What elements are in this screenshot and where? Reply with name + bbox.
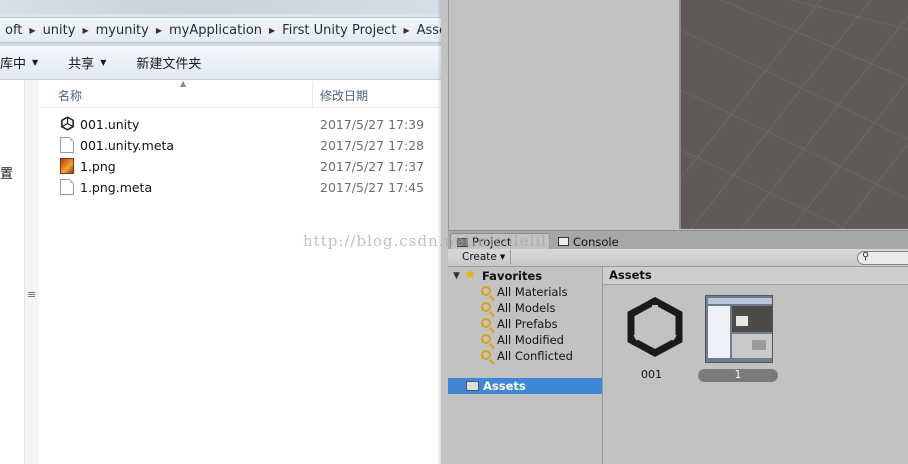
file-row[interactable]: 1.png 2017/5/27 17:37 — [58, 156, 438, 176]
search-filter-icon — [481, 318, 491, 328]
chevron-down-icon: ▼ — [32, 58, 39, 67]
file-name: 001.unity.meta — [80, 138, 175, 153]
breadcrumb-separator-icon[interactable]: ▶ — [267, 26, 277, 35]
console-icon — [558, 237, 569, 246]
file-date: 2017/5/27 17:28 — [320, 138, 425, 153]
file-date: 2017/5/27 17:45 — [320, 180, 425, 195]
breadcrumb-separator-icon[interactable]: ▶ — [401, 26, 411, 35]
asset-label[interactable]: 001 — [641, 368, 662, 381]
favorite-item[interactable]: All Materials — [448, 284, 602, 300]
file-name: 1.png.meta — [80, 180, 153, 195]
favorite-item[interactable]: All Prefabs — [448, 316, 602, 332]
search-filter-icon — [481, 286, 491, 296]
favorite-item-label: All Models — [497, 301, 556, 315]
column-header-row: ▲ 名称 修改日期 — [40, 79, 441, 108]
nav-scrollbar[interactable] — [24, 80, 39, 464]
breadcrumb-item[interactable]: First Unity Project — [277, 23, 401, 38]
search-filter-icon — [481, 302, 491, 312]
share-label: 共享 — [68, 57, 95, 72]
explorer-toolbar: 库中 ▼ 共享 ▼ 新建文件夹 — [0, 46, 441, 80]
tab-console[interactable]: Console — [552, 233, 652, 250]
asset-label[interactable]: 1 — [698, 369, 778, 382]
file-row[interactable]: 001.unity.meta 2017/5/27 17:28 — [58, 135, 438, 155]
breadcrumb-item[interactable]: myunity — [91, 23, 154, 38]
favorite-item-label: All Materials — [497, 285, 568, 299]
watermark: http://blog.csdn.net/nicolelili — [303, 232, 553, 250]
hierarchy-panel[interactable] — [448, 0, 677, 230]
tree-assets-label: Assets — [483, 379, 526, 393]
favorite-item[interactable]: All Models — [448, 300, 602, 316]
file-icon — [60, 137, 74, 153]
search-icon: ⚲ — [862, 251, 870, 262]
file-row[interactable]: 1.png.meta 2017/5/27 17:45 — [58, 177, 438, 197]
create-label: Create — [462, 251, 497, 263]
file-date: 2017/5/27 17:37 — [320, 159, 425, 174]
scroll-grip-icon[interactable]: ≡ — [27, 288, 36, 301]
address-area: oft ▶ unity ▶ myunity ▶ myApplication ▶ … — [0, 0, 441, 46]
asset-grid: 001 1 — [603, 285, 908, 464]
expand-arrow-icon[interactable]: ▼ — [453, 271, 460, 281]
breadcrumb-separator-icon[interactable]: ▶ — [80, 26, 90, 35]
grid-header-label: Assets — [609, 268, 652, 282]
file-date: 2017/5/27 17:39 — [320, 117, 425, 132]
project-toolbar: Create ▼ ⚲ — [448, 249, 908, 267]
create-button[interactable]: Create ▼ — [457, 250, 512, 264]
favorites-header[interactable]: ▼ ★ Favorites — [448, 267, 602, 284]
new-folder-label: 新建文件夹 — [136, 57, 202, 72]
file-name: 001.unity — [80, 117, 140, 132]
sort-arrow-icon: ▲ — [180, 79, 187, 88]
breadcrumb-item[interactable]: oft — [0, 23, 27, 38]
chevron-down-icon: ▼ — [499, 253, 506, 261]
nav-item-label[interactable]: 置 — [0, 163, 13, 182]
breadcrumb-separator-icon[interactable]: ▶ — [154, 26, 164, 35]
share-button[interactable]: 共享 ▼ — [52, 53, 120, 72]
image-icon — [60, 158, 74, 174]
blurred-taskbar-strip — [0, 0, 441, 14]
favorite-item-label: All Modified — [497, 333, 564, 347]
search-input[interactable]: ⚲ — [857, 251, 908, 265]
unity-logo-icon[interactable] — [625, 297, 685, 361]
breadcrumb-item[interactable]: myApplication — [164, 23, 267, 38]
file-icon — [60, 179, 74, 195]
image-thumbnail[interactable] — [705, 295, 773, 363]
column-header-name[interactable]: 名称 — [58, 87, 82, 104]
navigation-pane[interactable]: 置 ≡ — [0, 80, 39, 464]
column-divider[interactable] — [312, 81, 313, 107]
unity-icon — [60, 116, 74, 132]
include-in-library-button[interactable]: 库中 ▼ — [0, 53, 52, 72]
file-row[interactable]: 001.unity 2017/5/27 17:39 — [58, 114, 438, 134]
search-filter-icon — [481, 350, 491, 360]
include-in-library-label: 库中 — [0, 57, 27, 72]
chevron-down-icon: ▼ — [100, 58, 107, 67]
scene-view[interactable] — [679, 0, 908, 229]
favorite-item-label: All Prefabs — [497, 317, 558, 331]
search-filter-icon — [481, 334, 491, 344]
project-folder-tree: ▼ ★ Favorites All Materials All Models A… — [448, 267, 603, 464]
breadcrumb-separator-icon[interactable]: ▶ — [27, 26, 37, 35]
asset-grid-breadcrumb: Assets — [603, 267, 908, 285]
breadcrumb-item[interactable]: unity — [38, 23, 81, 38]
favorite-item[interactable]: All Conflicted — [448, 348, 602, 364]
column-header-date[interactable]: 修改日期 — [320, 87, 368, 104]
scene-grid — [681, 0, 908, 229]
folder-icon — [466, 381, 479, 391]
tree-item-assets[interactable]: Assets — [448, 378, 602, 394]
new-folder-button[interactable]: 新建文件夹 — [120, 53, 215, 72]
favorite-item[interactable]: All Modified — [448, 332, 602, 348]
breadcrumb[interactable]: oft ▶ unity ▶ myunity ▶ myApplication ▶ … — [0, 17, 441, 43]
tab-console-label: Console — [573, 234, 619, 249]
favorite-item-label: All Conflicted — [497, 349, 573, 363]
file-name: 1.png — [80, 159, 116, 174]
favorites-label: Favorites — [482, 269, 543, 283]
star-icon: ★ — [464, 267, 477, 283]
